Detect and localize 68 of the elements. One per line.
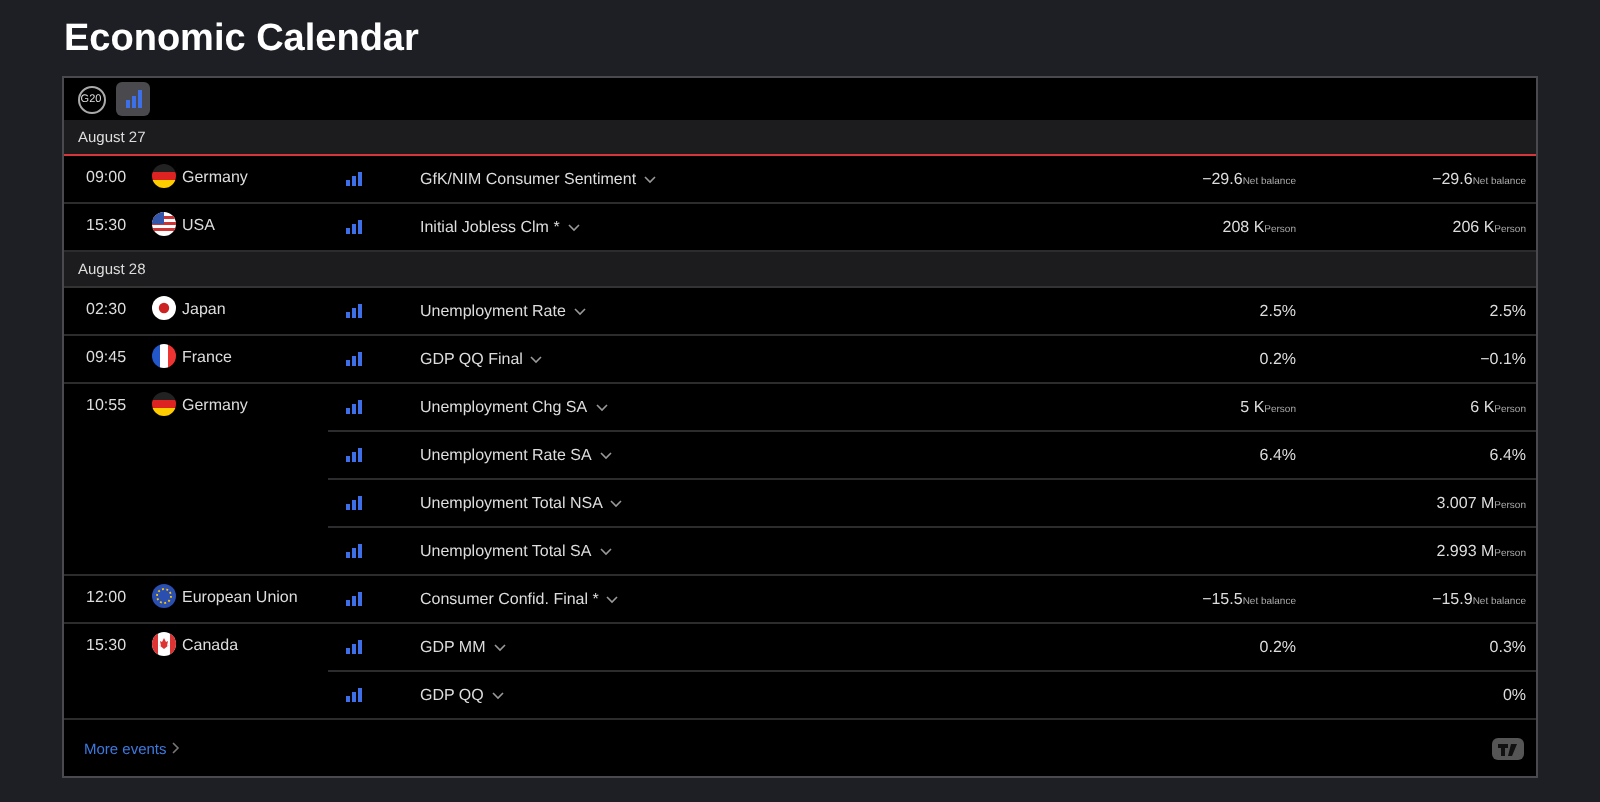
actual-value: 0.2% [1257, 350, 1296, 368]
forecast-value: −0.1% [1478, 350, 1528, 368]
chevron-icon [606, 595, 619, 603]
event-name[interactable]: Unemployment Total SA [420, 542, 880, 560]
event-name[interactable]: Unemployment Chg SA [420, 398, 880, 416]
importance-icon [346, 172, 362, 186]
flag-icon [152, 164, 176, 188]
importance-icon [346, 688, 362, 702]
event-name[interactable]: GDP QQ Final [420, 350, 880, 368]
chevron-icon [172, 742, 181, 754]
country-name: France [182, 348, 232, 366]
event-name[interactable]: GDP QQ [420, 686, 880, 704]
event-name[interactable]: GfK/NIM Consumer Sentiment [420, 170, 880, 188]
event-name[interactable]: Unemployment Rate [420, 302, 880, 320]
flag-icon [152, 632, 176, 656]
event-name[interactable]: Unemployment Total NSA [420, 494, 880, 512]
country-name: USA [182, 216, 215, 234]
importance-icon [346, 400, 362, 414]
importance-icon [346, 640, 362, 654]
event-time: 09:00 [84, 168, 129, 186]
country-name: Germany [182, 396, 248, 414]
flag-icon [152, 392, 176, 416]
chevron-icon [567, 223, 580, 231]
flag-icon [152, 584, 176, 608]
actual-value: 0.2% [1257, 638, 1296, 656]
flag-icon [152, 296, 176, 320]
country-name: Japan [182, 300, 226, 318]
importance-icon [346, 496, 362, 510]
chevron-icon [599, 547, 612, 555]
importance-filter-button[interactable] [116, 82, 150, 116]
forecast-value: 0.3% [1487, 638, 1528, 656]
chevron-icon [491, 691, 504, 699]
event-time: 10:55 [84, 396, 129, 414]
event-name[interactable]: Initial Jobless Clm * [420, 218, 880, 236]
importance-icon [346, 592, 362, 606]
event-time: 09:45 [84, 348, 129, 366]
event-time: 15:30 [84, 636, 129, 654]
chevron-icon [493, 643, 506, 651]
actual-value: 6.4% [1257, 446, 1296, 464]
country-name: European Union [182, 588, 298, 606]
event-name[interactable]: GDP MM [420, 638, 880, 656]
chevron-icon [595, 403, 608, 411]
event-time: 12:00 [84, 588, 129, 606]
importance-icon [346, 304, 362, 318]
event-name[interactable]: Consumer Confid. Final * [420, 590, 880, 608]
forecast-value: 0% [1500, 686, 1528, 704]
importance-icon [346, 448, 362, 462]
page-title: Economic Calendar [64, 18, 421, 62]
chevron-icon [610, 499, 623, 507]
forecast-value: 6.4% [1487, 446, 1528, 464]
event-time: 02:30 [84, 300, 129, 318]
importance-icon [346, 220, 362, 234]
importance-icon [346, 544, 362, 558]
forecast-value: 2.5% [1487, 302, 1528, 320]
flag-icon [152, 344, 176, 368]
actual-value: 2.5% [1257, 302, 1296, 320]
chevron-icon [644, 175, 657, 183]
chevron-icon [599, 451, 612, 459]
country-name: Canada [182, 636, 239, 654]
importance-icon [125, 90, 141, 108]
event-name[interactable]: Unemployment Rate SA [420, 446, 880, 464]
event-time: 15:30 [84, 216, 129, 234]
chevron-icon [530, 355, 543, 363]
country-name: Germany [182, 168, 248, 186]
logo-icon [1492, 737, 1524, 759]
chevron-icon [573, 307, 586, 315]
flag-icon [152, 212, 176, 236]
importance-icon [346, 352, 362, 366]
